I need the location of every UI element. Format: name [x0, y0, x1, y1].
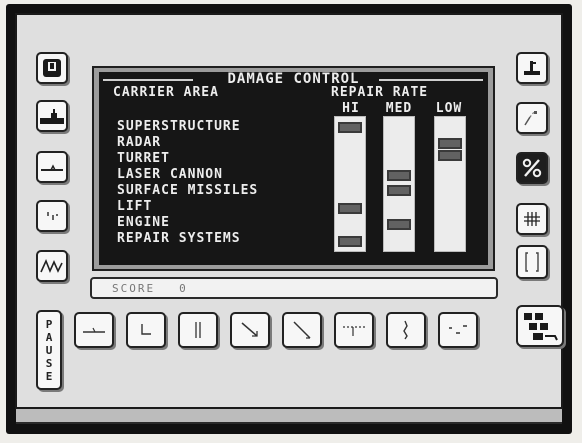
zigzag-icon — [403, 320, 408, 340]
diagonal-arrow-icon — [241, 322, 258, 337]
left-button-4[interactable] — [36, 200, 68, 232]
repair-rate-header: REPAIR RATE — [331, 85, 429, 100]
console-base — [16, 409, 562, 424]
repair-icon — [524, 111, 537, 126]
bottom-button-1[interactable] — [74, 312, 114, 348]
right-button-3[interactable] — [516, 152, 548, 184]
screen-title: DAMAGE CONTROL — [227, 71, 360, 87]
repair-rate-marker — [387, 185, 411, 196]
dashed-line-icon — [343, 326, 365, 336]
pause-letter: P — [45, 317, 53, 331]
carrier-area-item[interactable]: ENGINE — [117, 216, 170, 229]
pause-letter: S — [45, 356, 53, 370]
scatter-icon — [449, 325, 467, 334]
bottom-button-7[interactable] — [386, 312, 426, 348]
hi-rate-column[interactable] — [334, 116, 366, 252]
terrain-map-icon — [40, 258, 63, 274]
pause-letter: E — [45, 369, 53, 383]
pause-letter: U — [45, 343, 53, 357]
pause-label: P A U S E — [46, 318, 53, 383]
flat-line-icon — [83, 327, 105, 333]
right-button-2[interactable] — [516, 102, 548, 134]
network-icon — [524, 313, 558, 341]
repair-rate-marker — [438, 138, 462, 149]
right-button-5[interactable] — [516, 245, 548, 279]
med-rate-column[interactable] — [383, 116, 415, 252]
damage-control-screen: DAMAGE CONTROL CARRIER AREA REPAIR RATE … — [99, 72, 488, 265]
pause-letter: A — [45, 330, 53, 344]
grid-icon — [524, 212, 540, 226]
carrier-area-item[interactable]: TURRET — [117, 152, 170, 165]
repair-rate-marker — [387, 170, 411, 181]
left-button-1[interactable] — [36, 52, 68, 84]
vertical-line-icon — [195, 322, 201, 338]
low-rate-column[interactable] — [434, 116, 466, 252]
bottom-button-4[interactable] — [230, 312, 270, 348]
bottom-button-2[interactable] — [126, 312, 166, 348]
score-bar: SCORE 0 — [90, 277, 498, 299]
corner-icon — [141, 324, 151, 335]
carrier-area-item[interactable]: RADAR — [117, 136, 161, 149]
left-button-2[interactable] — [36, 100, 68, 132]
left-button-3[interactable] — [36, 151, 68, 183]
right-button-4[interactable] — [516, 203, 548, 235]
rate-column-label: LOW — [435, 101, 463, 116]
carrier-area-item[interactable]: SUPERSTRUCTURE — [117, 120, 241, 133]
shield-icon — [43, 59, 61, 77]
bottom-button-5[interactable] — [282, 312, 322, 348]
repair-rate-marker — [338, 122, 362, 133]
rate-column-label: HI — [342, 101, 360, 116]
percent-icon — [522, 158, 542, 178]
bracket-icon — [525, 252, 539, 272]
diagonal-line-icon — [293, 321, 311, 339]
right-button-1[interactable] — [516, 52, 548, 84]
carrier-icon — [40, 109, 64, 124]
repair-rate-marker — [338, 203, 362, 214]
repair-rate-marker — [338, 236, 362, 247]
score-value: 0 — [179, 281, 188, 295]
carrier-area-header: CARRIER AREA — [113, 85, 219, 100]
carrier-area-item[interactable]: LASER CANNON — [117, 168, 223, 181]
bottom-button-3[interactable] — [178, 312, 218, 348]
carrier-area-item[interactable]: SURFACE MISSILES — [117, 184, 258, 197]
rate-column-label: MED — [385, 101, 413, 116]
fuel-pump-icon — [524, 61, 540, 75]
right-button-6[interactable] — [516, 305, 564, 347]
score-label: SCORE — [112, 281, 156, 295]
pause-button[interactable]: P A U S E — [36, 310, 62, 390]
repair-rate-marker — [438, 150, 462, 161]
carrier-area-item[interactable]: LIFT — [117, 200, 152, 213]
repair-rate-marker — [387, 219, 411, 230]
carrier-area-item[interactable]: REPAIR SYSTEMS — [117, 232, 241, 245]
bottom-button-8[interactable] — [438, 312, 478, 348]
left-button-5[interactable] — [36, 250, 68, 282]
walrus-icon — [47, 212, 58, 220]
aircraft-icon — [41, 164, 63, 171]
bottom-button-6[interactable] — [334, 312, 374, 348]
